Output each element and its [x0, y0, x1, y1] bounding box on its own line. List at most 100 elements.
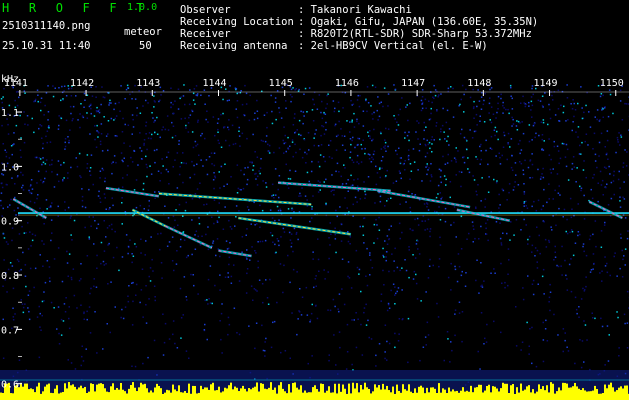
noise-pixel [597, 182, 599, 184]
noise-pixel [542, 176, 545, 179]
noise-pixel [347, 240, 350, 243]
noise-pixel [583, 194, 585, 197]
noise-pixel [217, 139, 219, 142]
noise-pixel [114, 117, 116, 120]
noise-pixel [98, 190, 100, 193]
noise-pixel [516, 120, 518, 122]
noise-pixel [11, 265, 14, 267]
noise-pixel [347, 179, 349, 181]
noise-pixel [537, 199, 540, 202]
floor-bar [94, 391, 96, 400]
noise-pixel [0, 204, 2, 207]
noise-pixel [382, 247, 384, 250]
noise-pixel [356, 161, 358, 163]
noise-pixel [106, 323, 108, 325]
noise-pixel [460, 248, 463, 250]
noise-pixel [140, 252, 142, 254]
noise-pixel [515, 174, 517, 176]
floor-bar [450, 391, 452, 400]
noise-pixel [319, 189, 321, 191]
noise-pixel [70, 234, 72, 236]
noise-pixel [68, 327, 71, 330]
noise-pixel [164, 205, 166, 207]
noise-pixel [68, 306, 70, 308]
noise-pixel [549, 117, 552, 120]
noise-pixel [160, 94, 162, 96]
noise-pixel [358, 105, 361, 108]
noise-pixel [103, 96, 106, 99]
noise-pixel [184, 209, 187, 212]
noise-pixel [184, 117, 186, 120]
noise-pixel [192, 99, 195, 101]
noise-pixel [354, 196, 357, 199]
noise-pixel [10, 198, 12, 201]
noise-pixel [52, 85, 54, 87]
noise-pixel [259, 226, 261, 228]
noise-pixel [616, 136, 619, 139]
floor-bar [168, 390, 170, 400]
floor-bar [346, 393, 348, 400]
noise-pixel [450, 224, 452, 226]
noise-pixel [489, 97, 491, 99]
noise-pixel [67, 136, 69, 138]
noise-pixel [427, 143, 429, 146]
noise-pixel [3, 237, 6, 239]
noise-pixel [254, 224, 256, 226]
noise-pixel [191, 198, 194, 200]
noise-pixel [581, 141, 583, 144]
noise-pixel [234, 225, 236, 227]
noise-pixel [289, 357, 291, 359]
floor-bar [414, 388, 416, 400]
noise-pixel [420, 99, 423, 102]
noise-pixel [603, 107, 606, 109]
noise-pixel [113, 108, 115, 111]
noise-pixel [311, 160, 313, 163]
noise-pixel [426, 206, 428, 208]
noise-pixel [377, 96, 379, 98]
noise-pixel [185, 124, 187, 127]
noise-pixel [409, 206, 411, 209]
noise-pixel [352, 215, 354, 217]
noise-pixel [434, 210, 436, 213]
noise-pixel [554, 245, 556, 248]
noise-pixel [387, 302, 390, 305]
noise-pixel [486, 219, 489, 221]
noise-pixel [194, 234, 196, 236]
noise-pixel [497, 95, 500, 98]
noise-pixel [230, 176, 232, 178]
floor-bar [90, 383, 92, 400]
noise-pixel [100, 103, 102, 106]
floor-bar [436, 392, 438, 400]
noise-pixel [314, 305, 317, 307]
noise-pixel [57, 128, 60, 130]
noise-pixel [8, 104, 11, 107]
noise-pixel [28, 310, 30, 313]
floor-bar [106, 391, 108, 400]
floor-bar [376, 387, 378, 400]
floor-bar [586, 391, 588, 400]
noise-pixel [288, 231, 291, 234]
noise-pixel [397, 124, 400, 126]
floor-bar [152, 392, 154, 400]
noise-pixel [234, 142, 237, 145]
noise-pixel [124, 123, 126, 126]
noise-pixel [563, 208, 566, 211]
noise-pixel [511, 154, 513, 157]
noise-pixel [361, 354, 364, 356]
noise-pixel [498, 207, 500, 209]
noise-pixel [357, 94, 359, 97]
noise-pixel [73, 219, 76, 222]
noise-pixel [369, 274, 371, 276]
floor-bar [280, 382, 282, 400]
noise-pixel [30, 192, 33, 195]
floor-bar [50, 392, 52, 400]
noise-pixel [268, 150, 270, 153]
noise-pixel [178, 143, 180, 145]
noise-pixel [606, 130, 609, 132]
noise-pixel [54, 87, 56, 89]
floor-bar [402, 384, 404, 400]
noise-pixel [106, 227, 109, 229]
noise-pixel [211, 163, 213, 165]
noise-pixel [198, 217, 200, 219]
noise-pixel [168, 183, 170, 185]
